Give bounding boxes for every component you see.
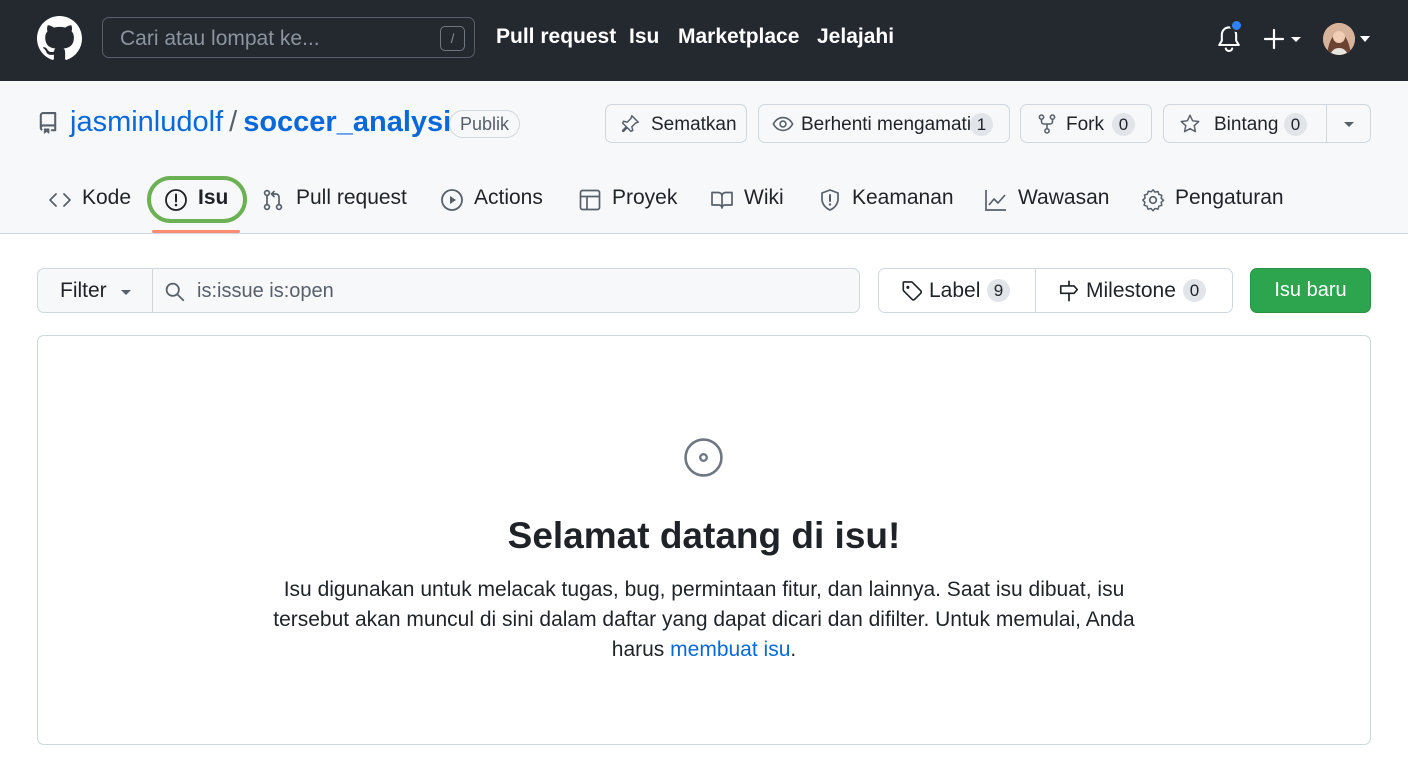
tab-projects[interactable]: Proyek (612, 186, 677, 210)
fork-button[interactable]: Fork 0 (1020, 104, 1152, 143)
search-placeholder: Cari atau lompat ke... (120, 27, 320, 50)
repository-title: jasminludolf / soccer_analysis (70, 106, 467, 139)
project-table-icon (579, 189, 601, 211)
visibility-badge: Publik (449, 110, 521, 138)
code-icon (49, 193, 71, 207)
milestone-icon (1059, 280, 1079, 302)
github-logo-icon[interactable] (37, 16, 82, 61)
tab-settings[interactable]: Pengaturan (1175, 186, 1284, 210)
tab-issues[interactable]: Isu (198, 186, 228, 210)
repo-icon (39, 112, 57, 134)
active-tab-highlight (147, 176, 247, 223)
unwatch-button[interactable]: Berhenti mengamati 1 (758, 104, 1010, 143)
tab-insights[interactable]: Wawasan (1018, 186, 1109, 210)
nav-marketplace[interactable]: Marketplace (678, 25, 799, 49)
pull-request-icon (263, 189, 283, 211)
fork-label: Fork (1066, 114, 1104, 135)
tab-actions[interactable]: Actions (474, 186, 543, 210)
milestones-label: Milestone (1086, 279, 1176, 302)
blankslate-description: Isu digunakan untuk melacak tugas, bug, … (270, 575, 1138, 665)
gear-icon (1142, 189, 1165, 212)
nav-pull-requests[interactable]: Pull request (496, 25, 616, 49)
user-avatar[interactable] (1323, 23, 1355, 55)
star-button-divider (1326, 105, 1327, 142)
eye-icon (772, 116, 794, 132)
chevron-down-icon[interactable] (1359, 35, 1371, 43)
star-icon (1180, 114, 1200, 133)
milestones-button[interactable]: Milestone 0 (1035, 268, 1233, 313)
book-icon (711, 191, 733, 209)
chevron-down-icon (121, 290, 131, 295)
unwatch-label: Berhenti mengamati (801, 114, 972, 135)
create-issue-link[interactable]: membuat isu (670, 638, 790, 661)
active-tab-underline (152, 230, 240, 233)
tab-wiki[interactable]: Wiki (744, 186, 784, 210)
filter-dropdown-button[interactable]: Filter (37, 268, 153, 313)
tab-pull-requests[interactable]: Pull request (296, 186, 407, 210)
pin-icon (621, 115, 639, 133)
star-label: Bintang (1214, 114, 1279, 135)
new-issue-button[interactable]: Isu baru (1250, 268, 1371, 313)
shield-icon (821, 189, 839, 211)
labels-count: 9 (987, 279, 1010, 302)
search-query: is:issue is:open (197, 280, 334, 302)
filter-label: Filter (60, 279, 107, 302)
repo-owner-link[interactable]: jasminludolf (70, 106, 223, 138)
blankslate-text-end: . (790, 638, 797, 661)
star-count: 0 (1284, 113, 1307, 136)
issue-opened-icon (684, 438, 723, 477)
labels-label: Label (929, 279, 981, 302)
global-search-input[interactable]: Cari atau lompat ke... / (102, 17, 475, 58)
graph-icon (985, 190, 1006, 211)
nav-explore[interactable]: Jelajahi (817, 25, 894, 49)
play-icon (441, 189, 463, 211)
star-dropdown-chevron-icon[interactable] (1342, 120, 1356, 129)
labels-button[interactable]: Label 9 (878, 268, 1036, 313)
tab-code[interactable]: Kode (82, 186, 131, 210)
nav-issues[interactable]: Isu (629, 25, 659, 49)
repo-name-link[interactable]: soccer_analysis (243, 106, 467, 138)
notification-indicator (1230, 19, 1243, 32)
create-new-icon[interactable] (1263, 25, 1305, 53)
watch-count: 1 (970, 113, 993, 136)
tag-icon (902, 281, 923, 301)
slash-shortcut-key: / (440, 26, 465, 51)
issue-search-input[interactable]: is:issue is:open (152, 268, 860, 313)
issue-opened-icon (165, 189, 187, 211)
pin-label: Sematkan (651, 114, 737, 135)
tab-security[interactable]: Keamanan (852, 186, 954, 210)
fork-icon (1038, 114, 1056, 134)
fork-count: 0 (1112, 113, 1135, 136)
milestones-count: 0 (1183, 279, 1206, 302)
star-button[interactable]: Bintang 0 (1163, 104, 1371, 143)
blankslate-title: Selamat datang di isu! (507, 515, 901, 556)
search-icon (165, 282, 185, 302)
pin-button[interactable]: Sematkan (605, 104, 747, 143)
repo-path-separator: / (229, 106, 238, 138)
